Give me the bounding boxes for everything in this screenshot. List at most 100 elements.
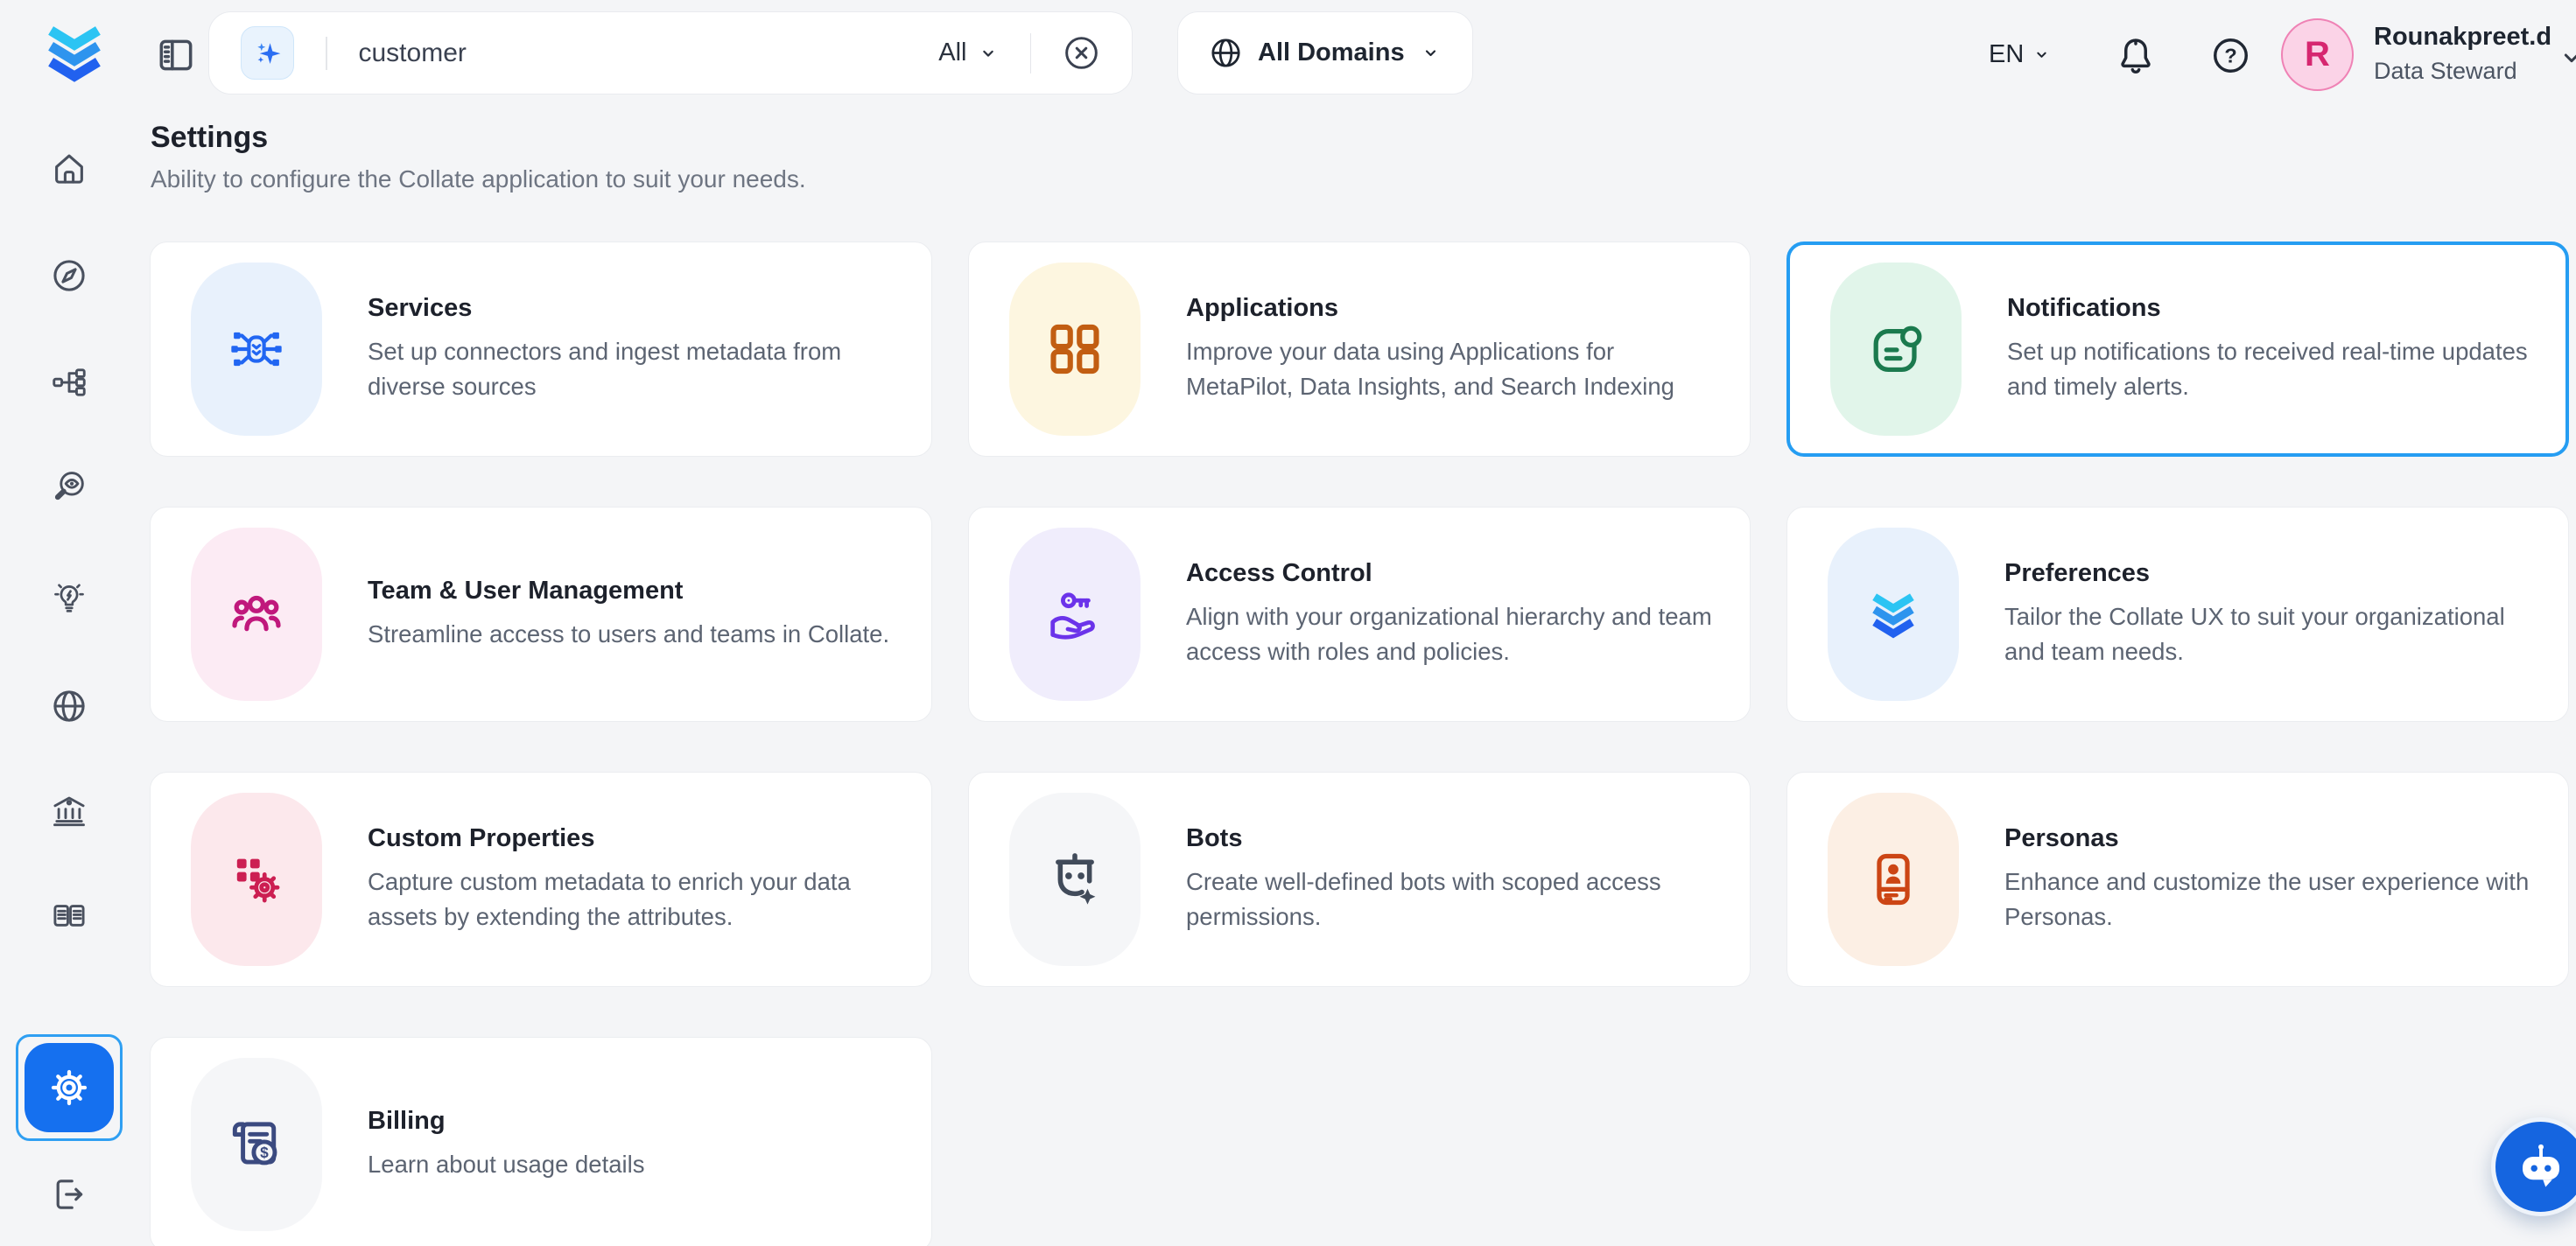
card-text: Notifications Set up notifications to re… <box>2007 294 2528 404</box>
preferences-icon-tile <box>1828 528 1959 701</box>
help-button[interactable]: ? <box>2209 34 2252 77</box>
card-text: Billing Learn about usage details <box>368 1107 645 1182</box>
clear-search-button[interactable] <box>1061 32 1102 74</box>
card-applications[interactable]: Applications Improve your data using App… <box>968 242 1751 457</box>
avatar-initial: R <box>2305 35 2330 74</box>
global-search-bar[interactable]: All <box>208 11 1133 94</box>
card-title: Notifications <box>2007 294 2528 323</box>
help-icon: ? <box>2209 34 2252 77</box>
page-title: Settings <box>151 121 806 155</box>
chat-bot-icon <box>2509 1136 2572 1199</box>
insights-bulb-icon <box>49 578 89 618</box>
chevron-down-icon <box>976 41 1000 66</box>
card-billing[interactable]: $ Billing Learn about usage details <box>150 1037 932 1246</box>
team-icon-tile <box>191 528 322 701</box>
sidebar-item-domains[interactable] <box>49 686 89 726</box>
domains-label: All Domains <box>1258 38 1405 67</box>
card-bots[interactable]: Bots Create well-defined bots with scope… <box>968 772 1751 987</box>
divider <box>1030 33 1032 74</box>
card-title: Services <box>368 294 841 323</box>
notifications-icon <box>1864 317 1928 382</box>
notification-bell-icon <box>2113 32 2158 78</box>
card-title: Personas <box>2004 824 2529 853</box>
card-description: Streamline access to users and teams in … <box>368 617 889 652</box>
topbar: All <box>0 0 2576 109</box>
govern-bank-icon <box>49 791 89 831</box>
card-description: Set up notifications to received real-ti… <box>2007 334 2528 404</box>
card-description: Align with your organizational hierarchy… <box>1186 599 1712 669</box>
sidebar-item-home[interactable] <box>49 149 89 189</box>
card-text: Applications Improve your data using App… <box>1186 294 1674 404</box>
card-text: Personas Enhance and customize the user … <box>2004 824 2529 934</box>
personas-icon-tile <box>1828 793 1959 966</box>
card-description: Learn about usage details <box>368 1147 645 1182</box>
card-access-control[interactable]: Access Control Align with your organizat… <box>968 507 1751 722</box>
card-services[interactable]: Services Set up connectors and ingest me… <box>150 242 932 457</box>
lineage-icon <box>49 362 89 402</box>
language-label: EN <box>1989 40 2024 69</box>
search-input[interactable] <box>359 38 939 68</box>
persona-card-icon <box>1861 847 1926 912</box>
all-domains-dropdown[interactable]: All Domains <box>1177 11 1473 94</box>
collate-logo-icon <box>1862 583 1925 646</box>
card-custom-properties[interactable]: Custom Properties Capture custom metadat… <box>150 772 932 987</box>
custom-properties-icon <box>224 847 289 912</box>
card-text: Team & User Management Streamline access… <box>368 577 889 652</box>
card-title: Billing <box>368 1107 645 1136</box>
card-text: Bots Create well-defined bots with scope… <box>1186 824 1661 934</box>
collate-logo[interactable] <box>39 14 110 91</box>
card-title: Team & User Management <box>368 577 889 606</box>
card-personas[interactable]: Personas Enhance and customize the user … <box>1786 772 2569 987</box>
applications-grid-icon <box>1044 318 1106 380</box>
page-subtitle: Ability to configure the Collate applica… <box>151 165 806 193</box>
card-team-user-management[interactable]: Team & User Management Streamline access… <box>150 507 932 722</box>
card-description: Enhance and customize the user experienc… <box>2004 864 2529 934</box>
glossary-book-icon <box>49 896 89 936</box>
card-notifications[interactable]: Notifications Set up notifications to re… <box>1786 242 2569 457</box>
svg-text:$: $ <box>260 1144 269 1161</box>
sidebar-toggle-icon[interactable] <box>154 33 198 77</box>
card-description: Improve your data using Applications for… <box>1186 334 1674 404</box>
explore-compass-icon <box>49 256 89 296</box>
globe-icon <box>1208 35 1244 71</box>
bot-icon <box>1042 847 1107 912</box>
chevron-down-icon <box>1419 41 1442 65</box>
custom-properties-icon-tile <box>191 793 322 966</box>
sidebar-item-observability[interactable] <box>49 467 89 508</box>
user-menu[interactable]: Rounakpreet.d Data Steward <box>2374 23 2551 85</box>
chevron-down-icon <box>2031 44 2053 66</box>
card-text: Custom Properties Capture custom metadat… <box>368 824 851 934</box>
language-dropdown[interactable]: EN <box>1989 0 2053 109</box>
card-title: Bots <box>1186 824 1661 853</box>
search-scope-dropdown[interactable]: All <box>938 38 1000 67</box>
page-header: Settings Ability to configure the Collat… <box>151 121 806 193</box>
notifications-bell-button[interactable] <box>2113 32 2158 78</box>
collate-settings-page: All <box>0 0 2576 1246</box>
access-icon-tile <box>1009 528 1141 701</box>
sidebar-item-settings-selected[interactable] <box>16 1034 123 1141</box>
user-menu-chevron-icon[interactable] <box>2554 40 2576 75</box>
sidebar-item-logout[interactable] <box>48 1173 90 1215</box>
notifications-icon-tile <box>1830 262 1962 436</box>
ai-sparkle-icon[interactable] <box>241 26 294 80</box>
services-icon <box>224 317 289 382</box>
sidebar-item-govern[interactable] <box>49 791 89 831</box>
sidebar-item-lineage[interactable] <box>49 362 89 402</box>
user-avatar[interactable]: R <box>2281 18 2354 91</box>
sidebar-item-explore[interactable] <box>49 256 89 296</box>
card-preferences[interactable]: Preferences Tailor the Collate UX to sui… <box>1786 507 2569 722</box>
card-text: Services Set up connectors and ingest me… <box>368 294 841 404</box>
card-title: Access Control <box>1186 559 1712 588</box>
card-title: Applications <box>1186 294 1674 323</box>
applications-icon-tile <box>1009 262 1141 436</box>
card-text: Access Control Align with your organizat… <box>1186 559 1712 669</box>
billing-icon-tile: $ <box>191 1058 322 1231</box>
logout-icon <box>48 1173 90 1215</box>
settings-selected-tile <box>25 1043 114 1132</box>
sidebar-item-glossary[interactable] <box>49 896 89 936</box>
card-text: Preferences Tailor the Collate UX to sui… <box>2004 559 2505 669</box>
card-description: Tailor the Collate UX to suit your organ… <box>2004 599 2505 669</box>
sidebar-item-insights[interactable] <box>49 578 89 618</box>
user-role: Data Steward <box>2374 58 2551 85</box>
circle-x-icon <box>1061 32 1102 74</box>
